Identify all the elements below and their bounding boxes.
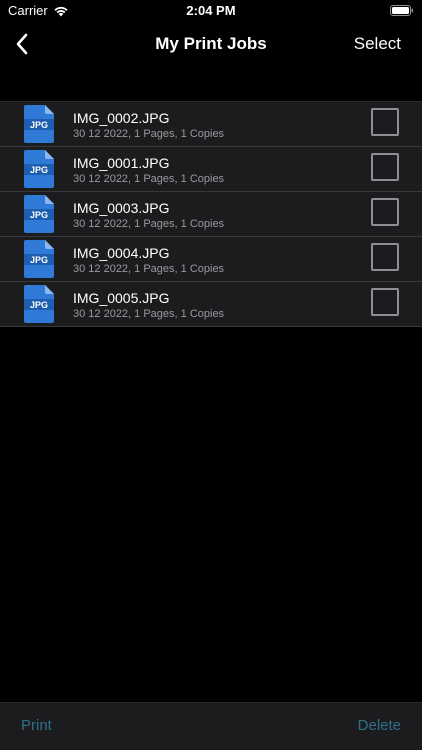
print-button[interactable]: Print xyxy=(21,717,52,734)
status-time: 2:04 PM xyxy=(186,3,236,18)
jpg-file-icon: JPG xyxy=(24,150,54,188)
select-button[interactable]: Select xyxy=(354,34,401,54)
job-name: IMG_0005.JPG xyxy=(73,290,170,306)
print-job-row[interactable]: JPG IMG_0001.JPG 30 12 2022, 1 Pages, 1 … xyxy=(0,147,422,192)
file-badge: JPG xyxy=(30,255,48,265)
job-name: IMG_0002.JPG xyxy=(73,110,170,126)
jpg-file-icon: JPG xyxy=(24,195,54,233)
job-name: IMG_0001.JPG xyxy=(73,155,170,171)
file-badge: JPG xyxy=(30,300,48,310)
job-details: 30 12 2022, 1 Pages, 1 Copies xyxy=(73,263,225,275)
job-details: 30 12 2022, 1 Pages, 1 Copies xyxy=(73,128,225,140)
job-select-checkbox[interactable] xyxy=(371,198,399,226)
job-select-checkbox[interactable] xyxy=(371,243,399,271)
job-select-checkbox[interactable] xyxy=(371,288,399,316)
print-job-list: JPG IMG_0002.JPG 30 12 2022, 1 Pages, 1 … xyxy=(0,101,422,327)
status-bar: Carrier 2:04 PM xyxy=(0,0,422,22)
print-jobs-screen: Carrier 2:04 PM My Print Jobs Select JPG… xyxy=(0,0,422,750)
navigation-bar: My Print Jobs Select xyxy=(0,22,422,66)
job-name: IMG_0004.JPG xyxy=(73,245,170,261)
bottom-toolbar: Print Delete xyxy=(0,702,422,750)
jpg-file-icon: JPG xyxy=(24,105,54,143)
print-job-row[interactable]: JPG IMG_0002.JPG 30 12 2022, 1 Pages, 1 … xyxy=(0,102,422,147)
jpg-file-icon: JPG xyxy=(24,285,54,323)
print-job-row[interactable]: JPG IMG_0005.JPG 30 12 2022, 1 Pages, 1 … xyxy=(0,282,422,327)
file-badge: JPG xyxy=(30,210,48,220)
jpg-file-icon: JPG xyxy=(24,240,54,278)
job-details: 30 12 2022, 1 Pages, 1 Copies xyxy=(73,218,225,230)
file-badge: JPG xyxy=(30,120,48,130)
file-badge: JPG xyxy=(30,165,48,175)
job-name: IMG_0003.JPG xyxy=(73,200,170,216)
job-select-checkbox[interactable] xyxy=(371,108,399,136)
job-details: 30 12 2022, 1 Pages, 1 Copies xyxy=(73,308,225,320)
delete-button[interactable]: Delete xyxy=(358,717,401,734)
battery-icon xyxy=(390,5,414,16)
print-job-row[interactable]: JPG IMG_0004.JPG 30 12 2022, 1 Pages, 1 … xyxy=(0,237,422,282)
job-select-checkbox[interactable] xyxy=(371,153,399,181)
job-details: 30 12 2022, 1 Pages, 1 Copies xyxy=(73,173,225,185)
print-job-row[interactable]: JPG IMG_0003.JPG 30 12 2022, 1 Pages, 1 … xyxy=(0,192,422,237)
